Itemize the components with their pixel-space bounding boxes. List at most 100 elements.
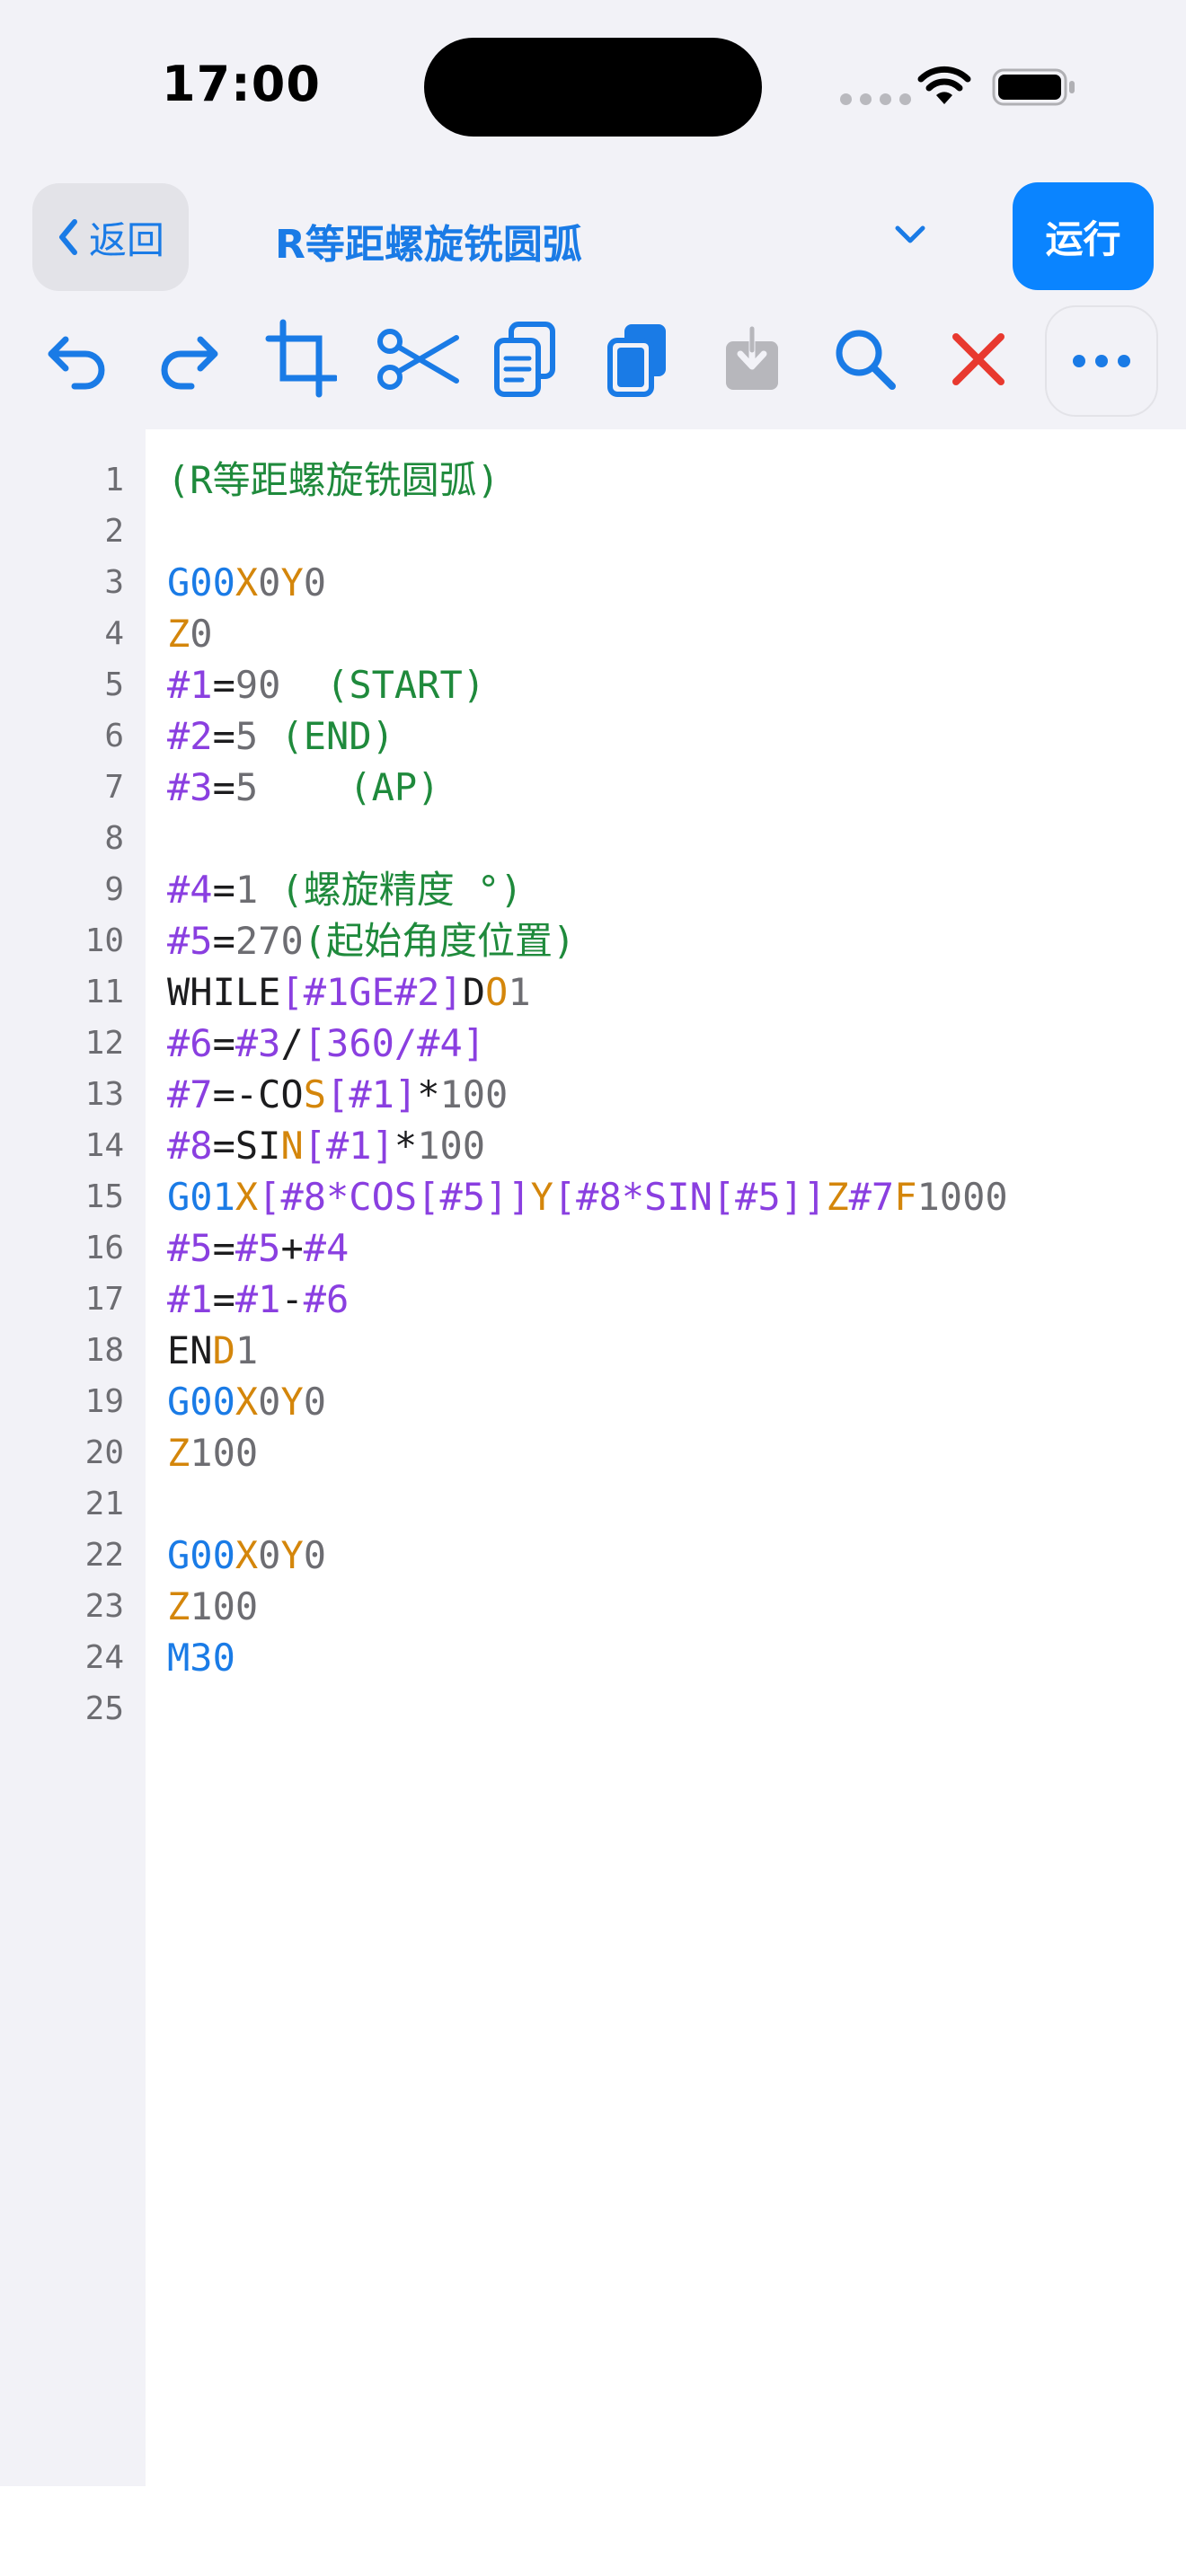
line-number: 1: [104, 462, 124, 498]
run-button[interactable]: 运行: [1013, 182, 1154, 290]
code-token: (螺旋精度 °): [280, 868, 523, 912]
code-token: 0: [303, 560, 327, 604]
line-number: 16: [84, 1230, 124, 1266]
code-line[interactable]: 13 #7=-COS[#1]*100: [0, 1069, 1186, 1120]
code-text: #4=1 (螺旋精度 °): [167, 864, 523, 915]
code-text: Z0: [167, 608, 213, 659]
code-token: Z: [167, 1584, 190, 1628]
code-token: 1: [508, 970, 531, 1014]
code-line[interactable]: 1 (R等距螺旋铣圆弧): [0, 454, 1186, 506]
line-number: 14: [84, 1127, 124, 1164]
code-line[interactable]: 4 Z0: [0, 608, 1186, 659]
code-token: #6: [167, 1021, 213, 1065]
copy-icon[interactable]: [485, 319, 566, 400]
code-line[interactable]: 15 G01X[#8*COS[#5]]Y[#8*SIN[#5]]Z#7F1000: [0, 1171, 1186, 1222]
code-line[interactable]: 17 #1=#1-#6: [0, 1274, 1186, 1325]
code-token: (起始角度位置): [303, 919, 576, 963]
back-button[interactable]: 返回: [32, 183, 189, 291]
code-token: [#1GE#2]: [280, 970, 463, 1014]
code-line[interactable]: 23 Z100: [0, 1581, 1186, 1632]
more-button[interactable]: [1045, 305, 1158, 417]
code-token: (END): [280, 714, 394, 758]
code-token: =SI: [212, 1124, 281, 1168]
wifi-icon: [916, 65, 972, 110]
code-text: M30: [167, 1632, 235, 1683]
code-line[interactable]: 9 #4=1 (螺旋精度 °): [0, 864, 1186, 915]
code-line[interactable]: 16 #5=#5+#4: [0, 1222, 1186, 1274]
line-number: 18: [84, 1332, 124, 1369]
code-token: #6: [303, 1277, 350, 1321]
code-token: O: [485, 970, 509, 1014]
code-line[interactable]: 21: [0, 1478, 1186, 1530]
code-token: F: [894, 1175, 917, 1219]
code-token: EN: [167, 1328, 213, 1372]
code-token: 0: [258, 560, 281, 604]
code-line[interactable]: 19 G00X0Y0: [0, 1376, 1186, 1427]
code-token: 0: [303, 1533, 327, 1577]
code-token: =: [212, 919, 235, 963]
code-line[interactable]: 7 #3=5 (AP): [0, 762, 1186, 813]
code-line[interactable]: 3 G00X0Y0: [0, 557, 1186, 608]
code-token: =: [212, 1277, 235, 1321]
search-icon[interactable]: [825, 319, 906, 400]
code-token: 100: [190, 1584, 259, 1628]
code-line[interactable]: 12 #6=#3/[360/#4]: [0, 1018, 1186, 1069]
code-token: =: [212, 1226, 235, 1270]
code-line[interactable]: 14 #8=SIN[#1]*100: [0, 1120, 1186, 1171]
code-token: X: [235, 1380, 259, 1424]
code-token: G00: [167, 1380, 235, 1424]
code-line[interactable]: 11 WHILE[#1GE#2]DO1: [0, 966, 1186, 1018]
code-token: 270: [235, 919, 304, 963]
line-number: 11: [84, 974, 124, 1010]
code-token: #3: [235, 1021, 281, 1065]
close-icon[interactable]: [938, 319, 1019, 400]
code-text: #5=270(起始角度位置): [167, 915, 575, 966]
code-token: [#8*SIN[#5]]: [553, 1175, 827, 1219]
line-number: 20: [84, 1434, 124, 1471]
save-download-icon[interactable]: [712, 319, 792, 400]
code-line[interactable]: 10 #5=270(起始角度位置): [0, 915, 1186, 966]
code-token: 0: [258, 1380, 281, 1424]
chevron-down-icon[interactable]: [893, 223, 927, 250]
code-token: =-CO: [212, 1072, 304, 1116]
line-number: 12: [84, 1025, 124, 1062]
code-line[interactable]: 18 END1: [0, 1325, 1186, 1376]
redo-icon[interactable]: [149, 319, 230, 400]
code-line[interactable]: 8: [0, 813, 1186, 864]
code-token: X: [235, 1533, 259, 1577]
code-token: #1: [167, 1277, 213, 1321]
code-token: 1000: [916, 1175, 1008, 1219]
code-token: 100: [417, 1124, 486, 1168]
code-line[interactable]: 5 #1=90 (START): [0, 659, 1186, 710]
code-line[interactable]: 24 M30: [0, 1632, 1186, 1683]
line-number: 7: [104, 769, 124, 806]
code-text: Z100: [167, 1581, 258, 1632]
code-text: G00X0Y0: [167, 557, 326, 608]
line-number: 2: [104, 513, 124, 550]
code-line[interactable]: 2: [0, 506, 1186, 557]
code-token: S: [303, 1072, 327, 1116]
code-token: 1: [235, 868, 259, 912]
code-line[interactable]: 25: [0, 1683, 1186, 1734]
code-line[interactable]: 22 G00X0Y0: [0, 1530, 1186, 1581]
line-number: 3: [104, 564, 124, 601]
paste-icon[interactable]: [598, 319, 679, 400]
code-token: G00: [167, 560, 235, 604]
line-number: 25: [84, 1690, 124, 1727]
code-token: Y: [280, 1380, 304, 1424]
code-token: *: [417, 1072, 440, 1116]
code-token: [#1]: [326, 1072, 418, 1116]
code-line[interactable]: 6 #2=5 (END): [0, 710, 1186, 762]
code-text: #6=#3/[360/#4]: [167, 1018, 485, 1069]
code-token: (START): [326, 663, 486, 707]
file-title[interactable]: R等距螺旋铣圆弧: [275, 212, 582, 269]
code-text: #8=SIN[#1]*100: [167, 1120, 485, 1171]
scissors-icon[interactable]: [374, 319, 464, 400]
line-number: 9: [104, 871, 124, 908]
crop-icon[interactable]: [261, 319, 341, 400]
code-line[interactable]: 20 Z100: [0, 1427, 1186, 1478]
code-text: #7=-COS[#1]*100: [167, 1069, 508, 1120]
undo-icon[interactable]: [36, 319, 117, 400]
code-text: Z100: [167, 1427, 258, 1478]
code-token: Y: [280, 1533, 304, 1577]
